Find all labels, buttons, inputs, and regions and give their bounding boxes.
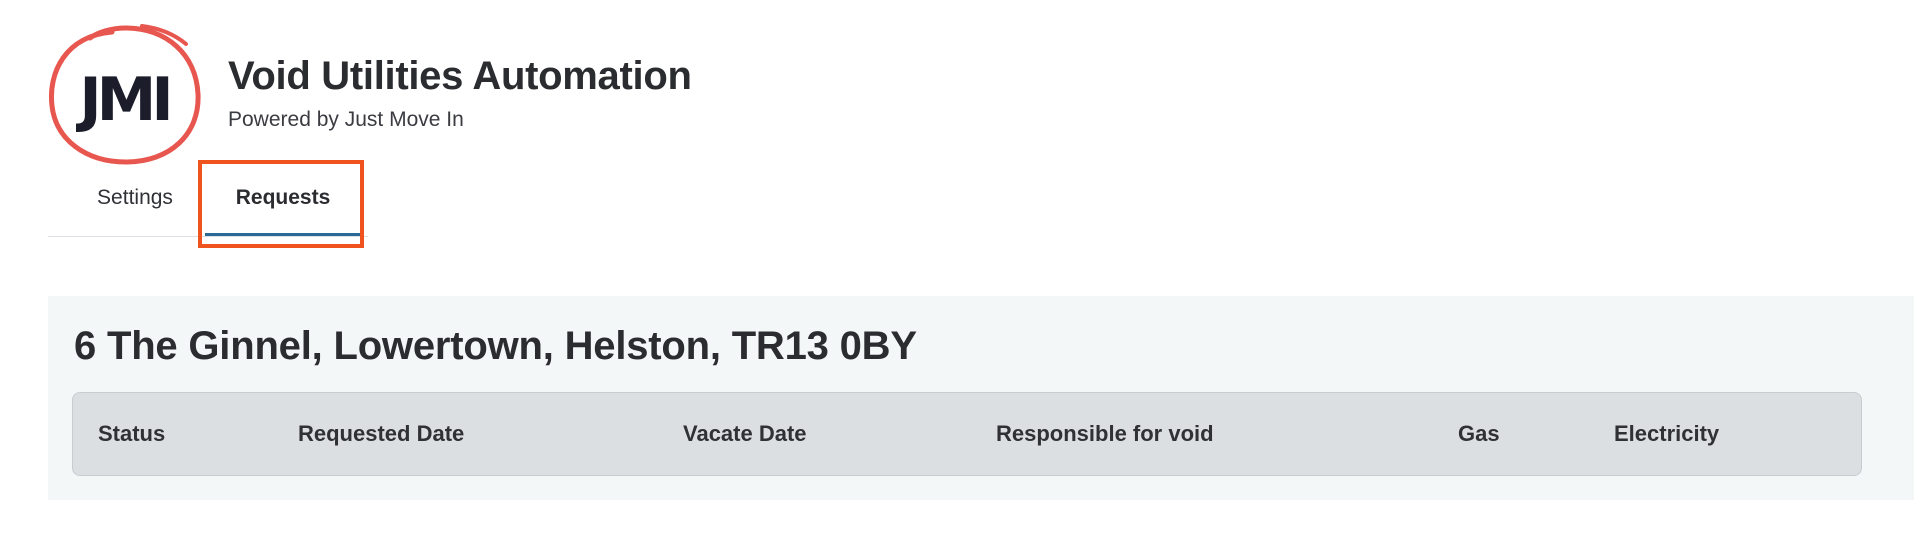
- page-title: Void Utilities Automation: [228, 54, 692, 98]
- property-panel: 6 The Ginnel, Lowertown, Helston, TR13 0…: [48, 296, 1914, 500]
- active-tab-indicator: [205, 233, 361, 236]
- column-header-status[interactable]: Status: [98, 393, 165, 475]
- column-header-responsible-for-void[interactable]: Responsible for void: [996, 393, 1214, 475]
- jmi-logo: JMI: [46, 24, 206, 166]
- column-header-requested-date[interactable]: Requested Date: [298, 393, 464, 475]
- column-header-gas[interactable]: Gas: [1458, 393, 1500, 475]
- property-address: 6 The Ginnel, Lowertown, Helston, TR13 0…: [74, 324, 917, 368]
- tab-bar: Settings Requests: [48, 160, 368, 237]
- requests-table-header: Status Requested Date Vacate Date Respon…: [72, 392, 1862, 476]
- app-root: JMI Void Utilities Automation Powered by…: [0, 0, 1914, 533]
- title-block: Void Utilities Automation Powered by Jus…: [228, 48, 692, 134]
- tab-requests-label: Requests: [235, 186, 331, 209]
- page-subtitle: Powered by Just Move In: [228, 108, 464, 131]
- tab-settings[interactable]: Settings: [78, 160, 192, 236]
- tab-requests[interactable]: Requests: [205, 160, 361, 236]
- logo-text: JMI: [75, 65, 168, 135]
- column-header-vacate-date[interactable]: Vacate Date: [683, 393, 807, 475]
- jmi-logo-graphic: JMI: [48, 24, 201, 165]
- column-header-electricity[interactable]: Electricity: [1614, 393, 1719, 475]
